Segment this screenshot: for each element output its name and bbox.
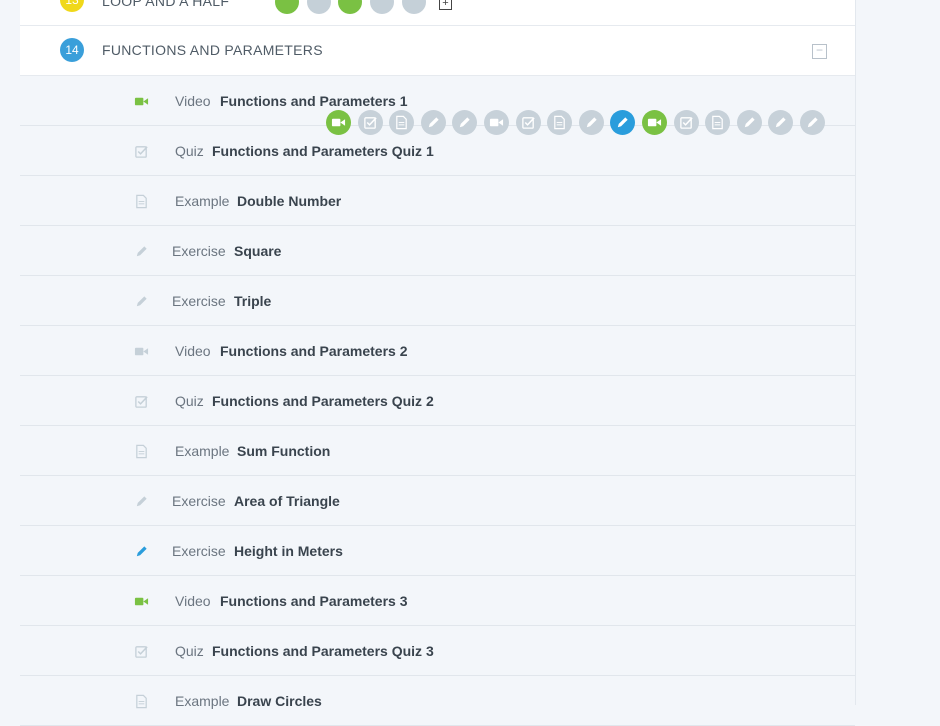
lesson-item-type: Exercise	[172, 243, 226, 259]
pencil-icon	[134, 494, 150, 508]
quiz-icon[interactable]	[673, 110, 699, 135]
pencil-icon[interactable]	[420, 110, 446, 135]
lesson-item-row[interactable]: Quiz Functions and Parameters Quiz 3	[20, 626, 855, 676]
lesson-item-type: Quiz	[175, 143, 204, 159]
video-icon	[134, 344, 150, 358]
pencil-icon	[134, 544, 150, 558]
quiz-icon	[134, 144, 150, 158]
lesson-item-title[interactable]: Functions and Parameters Quiz 3	[212, 643, 434, 659]
pencil-icon[interactable]	[736, 110, 762, 135]
lesson-item-title[interactable]: Height in Meters	[234, 543, 343, 559]
example-icon	[134, 194, 150, 209]
lesson-item-row[interactable]: Exercise Square	[20, 226, 855, 276]
lesson-item-row[interactable]: Example Double Number	[20, 176, 855, 226]
lesson-item-row[interactable]: Quiz Functions and Parameters Quiz 2	[20, 376, 855, 426]
example-icon[interactable]	[338, 0, 362, 14]
lesson-item-type: Example	[175, 443, 230, 459]
section-header-functions-and-parameters[interactable]: 14 FUNCTIONS AND PARAMETERS −	[20, 26, 855, 76]
video-icon	[134, 594, 150, 608]
quiz-icon[interactable]	[515, 110, 541, 135]
lesson-item-title[interactable]: Area of Triangle	[234, 493, 340, 509]
lesson-item-row[interactable]: Video Functions and Parameters 3	[20, 576, 855, 626]
pencil-icon[interactable]	[402, 0, 426, 14]
lesson-item-title[interactable]: Functions and Parameters 2	[220, 343, 408, 359]
collapse-icon[interactable]: −	[812, 44, 827, 59]
lesson-item-type: Video	[175, 343, 211, 359]
lesson-item-row[interactable]: Exercise Area of Triangle	[20, 476, 855, 526]
video-icon	[134, 94, 150, 108]
pencil-icon	[134, 244, 150, 258]
lesson-item-title[interactable]: Sum Function	[237, 443, 330, 459]
video-icon[interactable]	[484, 110, 509, 135]
expand-icon[interactable]: +	[439, 0, 452, 10]
course-outline: 13 LOOP AND A HALF + 14 FUNCTIONS AND PA…	[20, 0, 856, 726]
lesson-item-title[interactable]: Functions and Parameters Quiz 1	[212, 143, 434, 159]
pencil-icon	[134, 294, 150, 308]
lesson-item-title[interactable]: Triple	[234, 293, 271, 309]
lesson-item-row[interactable]: Exercise Triple	[20, 276, 855, 326]
lesson-item-type: Exercise	[172, 493, 226, 509]
section-title: LOOP AND A HALF	[102, 0, 230, 9]
section-number-badge: 14	[60, 38, 84, 62]
quiz-icon	[134, 394, 150, 408]
lesson-item-title[interactable]: Functions and Parameters Quiz 2	[212, 393, 434, 409]
section-title: FUNCTIONS AND PARAMETERS	[102, 42, 323, 58]
example-icon	[134, 694, 150, 709]
lesson-item-type: Example	[175, 193, 230, 209]
example-icon	[134, 444, 150, 459]
pencil-icon[interactable]	[800, 110, 825, 135]
pencil-icon[interactable]	[370, 0, 394, 14]
lesson-item-title[interactable]: Functions and Parameters 3	[220, 593, 408, 609]
lesson-item-type: Quiz	[175, 643, 204, 659]
pencil-icon[interactable]	[578, 110, 604, 135]
quiz-icon[interactable]	[357, 110, 383, 135]
lesson-item-type: Quiz	[175, 393, 204, 409]
quiz-icon[interactable]	[307, 0, 331, 14]
section-header-loop-and-a-half[interactable]: 13 LOOP AND A HALF +	[20, 0, 855, 26]
lesson-item-type: Exercise	[172, 293, 226, 309]
quiz-icon	[134, 644, 150, 658]
lesson-item-title[interactable]: Draw Circles	[237, 693, 322, 709]
lesson-item-title[interactable]: Square	[234, 243, 281, 259]
video-icon[interactable]	[642, 110, 667, 135]
lesson-item-type: Video	[175, 593, 211, 609]
lesson-item-type: Exercise	[172, 543, 226, 559]
lesson-item-row[interactable]: Exercise Height in Meters	[20, 526, 855, 576]
section-number-badge: 13	[60, 0, 84, 12]
lesson-item-row[interactable]: Example Sum Function	[20, 426, 855, 476]
lesson-item-title[interactable]: Functions and Parameters 1	[220, 93, 408, 109]
video-icon[interactable]	[326, 110, 351, 135]
video-icon[interactable]	[275, 0, 299, 14]
lesson-item-row[interactable]: Example Draw Circles	[20, 676, 855, 726]
lesson-item-row[interactable]: Video Functions and Parameters 2	[20, 326, 855, 376]
lesson-item-type: Video	[175, 93, 211, 109]
lesson-item-type: Example	[175, 693, 230, 709]
lesson-item-title[interactable]: Double Number	[237, 193, 341, 209]
